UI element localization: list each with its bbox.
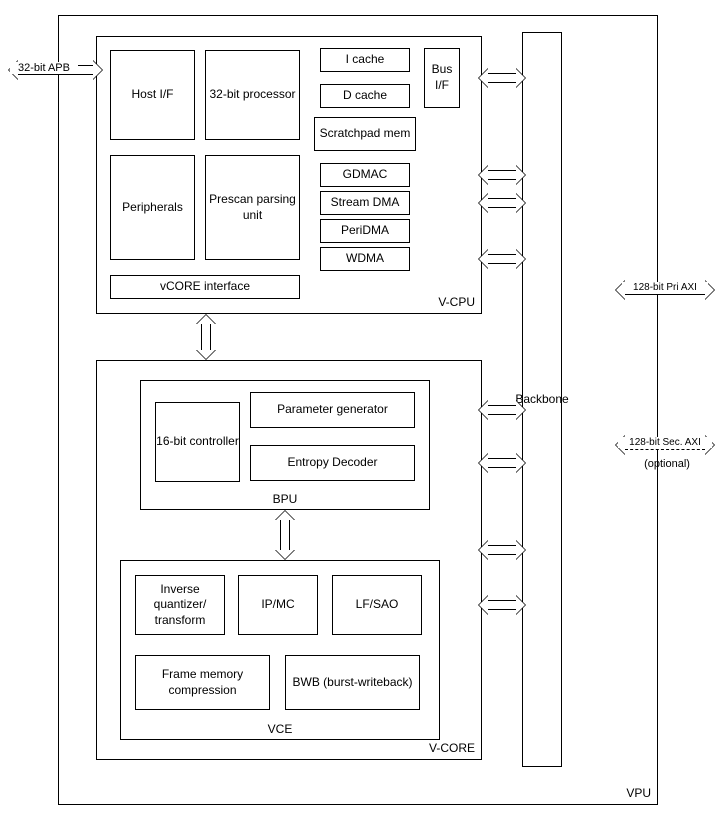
gdmac-box: GDMAC [320, 163, 410, 187]
host-if-box: Host I/F [110, 50, 195, 140]
d-cache-box: D cache [320, 84, 410, 108]
vpu-diagram: VPU Backbone V-CPU Host I/F 32-bit proce… [0, 0, 720, 821]
peridma-label: PeriDMA [341, 223, 389, 239]
entropy-label: Entropy Decoder [287, 455, 377, 471]
busif-backbone-arrow [478, 68, 526, 88]
fmc-label: Frame memory compression [136, 667, 269, 698]
wdma-box: WDMA [320, 247, 410, 271]
prescan-label: Prescan parsing unit [206, 192, 299, 223]
vcpu-label: V-CPU [438, 295, 475, 309]
bpu1-backbone-arrow [478, 400, 526, 420]
peripherals-label: Peripherals [122, 200, 183, 216]
lfsao-label: LF/SAO [356, 597, 399, 613]
i-cache-label: I cache [346, 52, 385, 68]
scratchpad-box: Scratchpad mem [314, 117, 416, 151]
i-cache-box: I cache [320, 48, 410, 72]
scratchpad-label: Scratchpad mem [320, 126, 411, 142]
pri-axi-label: 128-bit Pri AXI [622, 282, 708, 293]
lfsao-box: LF/SAO [332, 575, 422, 635]
wdma-label: WDMA [346, 251, 384, 267]
fmc-box: Frame memory compression [135, 655, 270, 710]
bwb-box: BWB (burst-writeback) [285, 655, 420, 710]
bpu-label: BPU [141, 492, 429, 506]
vce-label: VCE [121, 722, 439, 736]
vcore-interface-box: vCORE interface [110, 275, 300, 299]
bus-if-label: Bus I/F [425, 62, 459, 93]
backbone-box: Backbone [522, 32, 562, 767]
inv-quant-box: Inverse quantizer/ transform [135, 575, 225, 635]
gdmac-label: GDMAC [343, 167, 388, 183]
bwb-label: BWB (burst-writeback) [292, 675, 412, 691]
param-gen-box: Parameter generator [250, 392, 415, 428]
host-if-label: Host I/F [131, 87, 173, 103]
vcore-label: V-CORE [429, 741, 475, 755]
ipmc-box: IP/MC [238, 575, 318, 635]
vce2-backbone-arrow [478, 595, 526, 615]
entropy-box: Entropy Decoder [250, 445, 415, 481]
streamdma-backbone-arrow [478, 193, 526, 213]
apb-label: 32-bit APB [10, 62, 78, 74]
sec-axi-note: (optional) [632, 458, 702, 470]
peridma-box: PeriDMA [320, 219, 410, 243]
controller-label: 16-bit controller [156, 434, 239, 450]
processor-label: 32-bit processor [209, 87, 295, 103]
ipmc-label: IP/MC [261, 597, 294, 613]
vcpu-vcore-arrow [196, 314, 216, 360]
stream-dma-box: Stream DMA [320, 191, 410, 215]
bpu2-backbone-arrow [478, 453, 526, 473]
controller-box: 16-bit controller [155, 402, 240, 482]
peripherals-box: Peripherals [110, 155, 195, 260]
d-cache-label: D cache [343, 88, 387, 104]
bus-if-box: Bus I/F [424, 48, 460, 108]
vpu-label: VPU [626, 786, 651, 800]
stream-dma-label: Stream DMA [331, 195, 400, 211]
sec-axi-label: 128-bit Sec. AXI [618, 437, 712, 448]
wdma-backbone-arrow [478, 249, 526, 269]
vce1-backbone-arrow [478, 540, 526, 560]
gdmac-backbone-arrow [478, 165, 526, 185]
inv-quant-label: Inverse quantizer/ transform [136, 582, 224, 629]
vcore-interface-label: vCORE interface [160, 279, 250, 295]
processor-box: 32-bit processor [205, 50, 300, 140]
bpu-vce-arrow [275, 510, 295, 560]
prescan-box: Prescan parsing unit [205, 155, 300, 260]
param-gen-label: Parameter generator [277, 402, 388, 418]
